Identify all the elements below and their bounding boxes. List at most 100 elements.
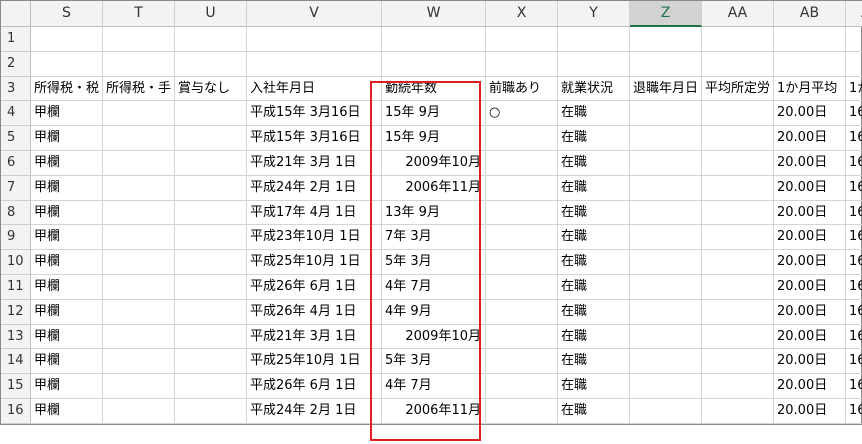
cell-v12[interactable]: 平成26年 4月 1日 xyxy=(247,299,382,325)
cell-t10[interactable] xyxy=(103,250,175,275)
cell-y12[interactable]: 在職 xyxy=(558,299,630,325)
cell-y10[interactable]: 在職 xyxy=(558,250,630,275)
cell-w4[interactable]: 15年 9月 xyxy=(382,101,486,127)
cell-ab1[interactable] xyxy=(774,27,846,52)
cell-u4[interactable] xyxy=(175,101,247,127)
cell-w12[interactable]: 4年 9月 xyxy=(382,299,486,325)
cell-y6[interactable]: 在職 xyxy=(558,150,630,176)
row-header-2[interactable]: 2 xyxy=(1,51,31,77)
cell-y13[interactable]: 在職 xyxy=(558,324,630,350)
row-header-9[interactable]: 9 xyxy=(1,225,31,251)
select-all-corner[interactable] xyxy=(1,1,31,27)
cell-s16[interactable]: 甲欄 xyxy=(31,398,103,424)
cell-u11[interactable] xyxy=(175,274,247,300)
cell-ac8[interactable]: 160 xyxy=(846,201,862,226)
cell-s1[interactable] xyxy=(31,27,103,52)
cell-s15[interactable]: 甲欄 xyxy=(31,374,103,399)
cell-w5[interactable]: 15年 9月 xyxy=(382,126,486,151)
cell-y7[interactable]: 在職 xyxy=(558,175,630,201)
cell-aa11[interactable] xyxy=(702,274,774,300)
cell-w15[interactable]: 4年 7月 xyxy=(382,374,486,399)
column-header-x[interactable]: X xyxy=(486,1,558,27)
cell-z1[interactable] xyxy=(630,27,702,52)
cell-w3[interactable]: 勤続年数 xyxy=(382,76,486,102)
row-header-13[interactable]: 13 xyxy=(1,324,31,350)
row-header-5[interactable]: 5 xyxy=(1,126,31,151)
cell-s14[interactable]: 甲欄 xyxy=(31,349,103,375)
cell-x9[interactable] xyxy=(486,225,558,251)
cell-ac10[interactable]: 160 xyxy=(846,250,862,275)
cell-z3[interactable]: 退職年月日 xyxy=(630,76,702,102)
cell-t1[interactable] xyxy=(103,27,175,52)
cell-ac12[interactable]: 160 xyxy=(846,300,862,325)
cell-v15[interactable]: 平成26年 6月 1日 xyxy=(247,374,382,399)
cell-aa6[interactable] xyxy=(702,150,774,176)
cell-s11[interactable]: 甲欄 xyxy=(31,274,103,300)
cell-ab2[interactable] xyxy=(774,51,846,77)
cell-z2[interactable] xyxy=(630,51,702,77)
cell-aa12[interactable] xyxy=(702,299,774,325)
cell-t2[interactable] xyxy=(103,51,175,77)
cell-u16[interactable] xyxy=(175,398,247,424)
cell-t14[interactable] xyxy=(103,349,175,375)
row-header-16[interactable]: 16 xyxy=(1,398,31,424)
cell-y3[interactable]: 就業状況 xyxy=(558,76,630,102)
cell-z5[interactable] xyxy=(630,126,702,151)
cell-s13[interactable]: 甲欄 xyxy=(31,324,103,350)
cell-t6[interactable] xyxy=(103,150,175,176)
cell-t16[interactable] xyxy=(103,398,175,424)
cell-w2[interactable] xyxy=(382,51,486,77)
cell-u14[interactable] xyxy=(175,349,247,375)
cell-aa9[interactable] xyxy=(702,225,774,251)
cell-z14[interactable] xyxy=(630,349,702,375)
cell-aa7[interactable] xyxy=(702,175,774,201)
cell-u3[interactable]: 賞与なし xyxy=(175,76,247,102)
row-header-11[interactable]: 11 xyxy=(1,274,31,300)
cell-w11[interactable]: 4年 7月 xyxy=(382,274,486,300)
cell-u7[interactable] xyxy=(175,175,247,201)
row-header-14[interactable]: 14 xyxy=(1,349,31,375)
cell-v10[interactable]: 平成25年10月 1日 xyxy=(247,250,382,275)
cell-ab13[interactable]: 20.00日 xyxy=(774,324,846,350)
row-header-3[interactable]: 3 xyxy=(1,76,31,102)
cell-ab11[interactable]: 20.00日 xyxy=(774,274,846,300)
cell-s3[interactable]: 所得税・税 xyxy=(31,76,103,102)
cell-v5[interactable]: 平成15年 3月16日 xyxy=(247,126,382,151)
cell-y11[interactable]: 在職 xyxy=(558,274,630,300)
cell-y15[interactable]: 在職 xyxy=(558,374,630,399)
cell-ac1[interactable] xyxy=(846,27,862,52)
cell-s8[interactable]: 甲欄 xyxy=(31,200,103,226)
column-header-t[interactable]: T xyxy=(103,1,175,27)
cell-z6[interactable] xyxy=(630,150,702,176)
cell-z16[interactable] xyxy=(630,398,702,424)
cell-x1[interactable] xyxy=(486,27,558,52)
cell-t11[interactable] xyxy=(103,274,175,300)
cell-u12[interactable] xyxy=(175,299,247,325)
cell-z15[interactable] xyxy=(630,374,702,399)
cell-ac5[interactable]: 160 xyxy=(846,126,862,151)
row-header-8[interactable]: 8 xyxy=(1,200,31,226)
cell-x7[interactable] xyxy=(486,175,558,201)
cell-s12[interactable]: 甲欄 xyxy=(31,299,103,325)
cell-aa10[interactable] xyxy=(702,250,774,275)
cell-ac13[interactable]: 160 xyxy=(846,325,862,350)
cell-w7[interactable]: 2006年11月 xyxy=(382,175,486,201)
cell-y9[interactable]: 在職 xyxy=(558,225,630,251)
cell-ac3[interactable]: 1か月 xyxy=(846,77,862,102)
cell-u13[interactable] xyxy=(175,324,247,350)
cell-s9[interactable]: 甲欄 xyxy=(31,225,103,251)
cell-x10[interactable] xyxy=(486,250,558,275)
cell-t9[interactable] xyxy=(103,225,175,251)
cell-s7[interactable]: 甲欄 xyxy=(31,175,103,201)
cell-ab12[interactable]: 20.00日 xyxy=(774,299,846,325)
cell-y1[interactable] xyxy=(558,27,630,52)
cell-w8[interactable]: 13年 9月 xyxy=(382,200,486,226)
cell-v16[interactable]: 平成24年 2月 1日 xyxy=(247,398,382,424)
cell-z4[interactable] xyxy=(630,101,702,127)
cell-v14[interactable]: 平成25年10月 1日 xyxy=(247,349,382,375)
cell-v3[interactable]: 入社年月日 xyxy=(247,76,382,102)
cell-u8[interactable] xyxy=(175,200,247,226)
cell-z9[interactable] xyxy=(630,225,702,251)
cell-aa5[interactable] xyxy=(702,126,774,151)
cell-aa16[interactable] xyxy=(702,398,774,424)
